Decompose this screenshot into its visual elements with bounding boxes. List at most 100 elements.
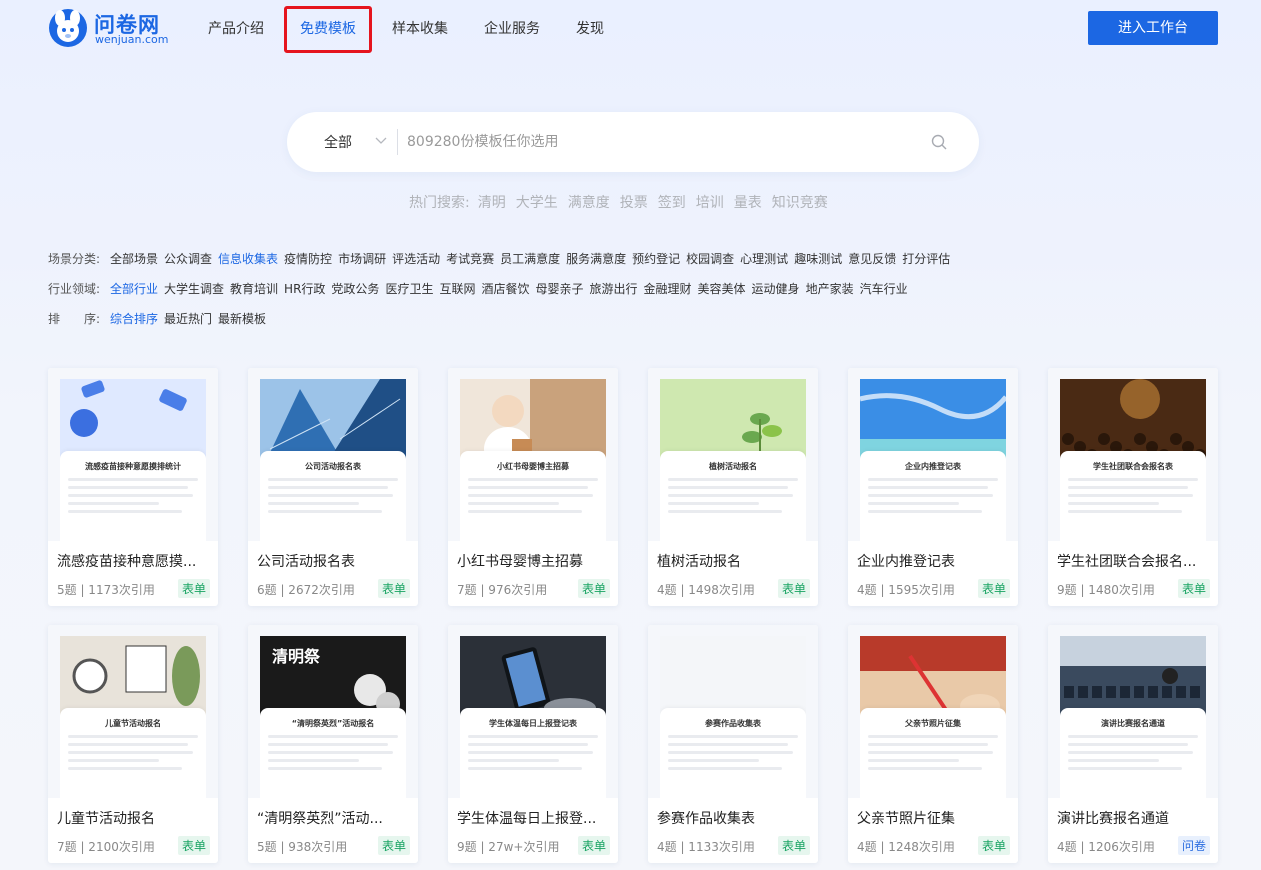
search-icon[interactable] (930, 133, 948, 151)
filter-option[interactable]: 员工满意度 (500, 252, 560, 266)
preview-text-line (468, 759, 559, 762)
template-card[interactable]: 参赛作品收集表 参赛作品收集表 4题 | 1133次引用 表单 (648, 625, 818, 863)
filter-option[interactable]: 党政公务 (331, 282, 379, 296)
template-thumbnail[interactable]: 流感疫苗接种意愿摸排统计 (48, 368, 218, 541)
hot-search-term[interactable]: 培训 (696, 195, 724, 211)
filter-option[interactable]: 教育培训 (230, 282, 278, 296)
hot-search-term[interactable]: 投票 (620, 195, 648, 211)
filter-option[interactable]: 地产家装 (806, 282, 854, 296)
hot-search-term[interactable]: 满意度 (568, 195, 610, 211)
filter-option[interactable]: 意见反馈 (848, 252, 896, 266)
template-preview-sheet: 学生社团联合会报名表 (1060, 451, 1206, 541)
template-thumbnail[interactable]: 学生社团联合会报名表 (1048, 368, 1218, 541)
template-thumbnail[interactable]: 企业内推登记表 (848, 368, 1018, 541)
template-thumbnail[interactable]: 小红书母婴博主招募 (448, 368, 618, 541)
filter-option[interactable]: 互联网 (439, 282, 475, 296)
filter-option[interactable]: HR行政 (284, 282, 325, 296)
template-thumbnail[interactable]: 公司活动报名表 (248, 368, 418, 541)
template-type-badge: 表单 (177, 836, 210, 855)
hot-search-term[interactable]: 量表 (734, 195, 762, 211)
template-title[interactable]: 演讲比赛报名通道 (1057, 808, 1209, 828)
filter-option[interactable]: 疫情防控 (284, 252, 332, 266)
template-card[interactable]: 学生社团联合会报名表 学生社团联合会报名... 9题 | 1480次引用 表单 (1048, 368, 1218, 606)
template-thumbnail[interactable]: 学生体温每日上报登记表 (448, 625, 618, 798)
search-input[interactable] (407, 128, 907, 156)
template-preview-title: 参赛作品收集表 (705, 719, 761, 728)
filter-option[interactable]: 市场调研 (338, 252, 386, 266)
template-title[interactable]: 学生体温每日上报登... (457, 808, 609, 828)
filter-option[interactable]: 全部行业 (110, 282, 158, 296)
nav-enterprise-service[interactable]: 企业服务 (484, 18, 540, 38)
filter-option[interactable]: 全部场景 (110, 252, 158, 266)
filter-option[interactable]: 评选活动 (392, 252, 440, 266)
chevron-down-icon[interactable] (375, 136, 387, 146)
filter-option[interactable]: 服务满意度 (566, 252, 626, 266)
hot-search-term[interactable]: 知识竞赛 (772, 195, 828, 211)
template-thumbnail[interactable]: 父亲节照片征集 (848, 625, 1018, 798)
filter-option[interactable]: 大学生调查 (164, 282, 224, 296)
template-thumbnail[interactable]: 参赛作品收集表 (648, 625, 818, 798)
template-card[interactable]: 儿童节活动报名 儿童节活动报名 7题 | 2100次引用 表单 (48, 625, 218, 863)
filter-option[interactable]: 信息收集表 (218, 252, 278, 266)
filter-option[interactable]: 打分评估 (902, 252, 950, 266)
filter-row-sort: 排 序: 综合排序 最近热门 最新模板 (48, 310, 272, 327)
preview-text-line (1068, 486, 1188, 489)
filter-option[interactable]: 酒店餐饮 (481, 282, 529, 296)
filter-option[interactable]: 校园调查 (686, 252, 734, 266)
template-card[interactable]: 学生体温每日上报登记表 学生体温每日上报登... 9题 | 27w+次引用 表单 (448, 625, 618, 863)
filter-option[interactable]: 综合排序 (110, 312, 158, 326)
template-card[interactable]: 清明祭 “清明祭英烈”活动报名 “清明祭英烈”活动... 5题 | 938次引用… (248, 625, 418, 863)
template-preview: 流感疫苗接种意愿摸排统计 (60, 379, 206, 541)
filter-option[interactable]: 旅游出行 (590, 282, 638, 296)
preview-text-line (1068, 510, 1183, 513)
template-title[interactable]: 父亲节照片征集 (857, 808, 1009, 828)
template-thumbnail[interactable]: 植树活动报名 (648, 368, 818, 541)
preview-text-line (868, 743, 988, 746)
filter-option[interactable]: 最新模板 (218, 312, 266, 326)
filter-option[interactable]: 心理测试 (740, 252, 788, 266)
template-title[interactable]: 流感疫苗接种意愿摸... (57, 551, 209, 571)
template-title[interactable]: 公司活动报名表 (257, 551, 409, 571)
logo-mascot-icon (49, 9, 87, 47)
filter-option[interactable]: 考试竞赛 (446, 252, 494, 266)
template-card[interactable]: 植树活动报名 植树活动报名 4题 | 1498次引用 表单 (648, 368, 818, 606)
preview-text-line (868, 767, 983, 770)
template-title[interactable]: 参赛作品收集表 (657, 808, 809, 828)
template-thumbnail[interactable]: 儿童节活动报名 (48, 625, 218, 798)
filter-option[interactable]: 医疗卫生 (385, 282, 433, 296)
template-title[interactable]: 植树活动报名 (657, 551, 809, 571)
filter-option[interactable]: 美容美体 (698, 282, 746, 296)
filter-option[interactable]: 金融理财 (644, 282, 692, 296)
template-card[interactable]: 小红书母婴博主招募 小红书母婴博主招募 7题 | 976次引用 表单 (448, 368, 618, 606)
template-title[interactable]: 学生社团联合会报名... (1057, 551, 1209, 571)
nav-discover[interactable]: 发现 (576, 18, 604, 38)
hot-search-term[interactable]: 大学生 (516, 195, 558, 211)
preview-text-line (268, 767, 383, 770)
template-thumbnail[interactable]: 清明祭 “清明祭英烈”活动报名 (248, 625, 418, 798)
filter-option[interactable]: 最近热门 (164, 312, 212, 326)
logo[interactable]: 问卷网 wenjuan.com (48, 8, 198, 48)
filter-option[interactable]: 汽车行业 (860, 282, 908, 296)
template-title[interactable]: 儿童节活动报名 (57, 808, 209, 828)
filter-option[interactable]: 运动健身 (752, 282, 800, 296)
filter-option[interactable]: 预约登记 (632, 252, 680, 266)
filter-option[interactable]: 趣味测试 (794, 252, 842, 266)
template-thumbnail[interactable]: 演讲比赛报名通道 (1048, 625, 1218, 798)
nav-product-intro[interactable]: 产品介绍 (208, 18, 264, 38)
hot-search-term[interactable]: 签到 (658, 195, 686, 211)
template-card[interactable]: 父亲节照片征集 父亲节照片征集 4题 | 1248次引用 表单 (848, 625, 1018, 863)
template-card[interactable]: 公司活动报名表 公司活动报名表 6题 | 2672次引用 表单 (248, 368, 418, 606)
filter-option[interactable]: 公众调查 (164, 252, 212, 266)
template-card[interactable]: 流感疫苗接种意愿摸排统计 流感疫苗接种意愿摸... 5题 | 1173次引用 表… (48, 368, 218, 606)
template-card[interactable]: 演讲比赛报名通道 演讲比赛报名通道 4题 | 1206次引用 问卷 (1048, 625, 1218, 863)
search-scope-select[interactable]: 全部 (324, 132, 352, 152)
template-card[interactable]: 企业内推登记表 企业内推登记表 4题 | 1595次引用 表单 (848, 368, 1018, 606)
enter-workspace-button[interactable]: 进入工作台 (1088, 11, 1218, 45)
nav-sample-collection[interactable]: 样本收集 (392, 18, 448, 38)
template-preview: 演讲比赛报名通道 (1060, 636, 1206, 798)
template-title[interactable]: 企业内推登记表 (857, 551, 1009, 571)
template-title[interactable]: “清明祭英烈”活动... (257, 808, 409, 828)
filter-option[interactable]: 母婴亲子 (535, 282, 583, 296)
hot-search-term[interactable]: 清明 (478, 195, 506, 211)
template-title[interactable]: 小红书母婴博主招募 (457, 551, 609, 571)
